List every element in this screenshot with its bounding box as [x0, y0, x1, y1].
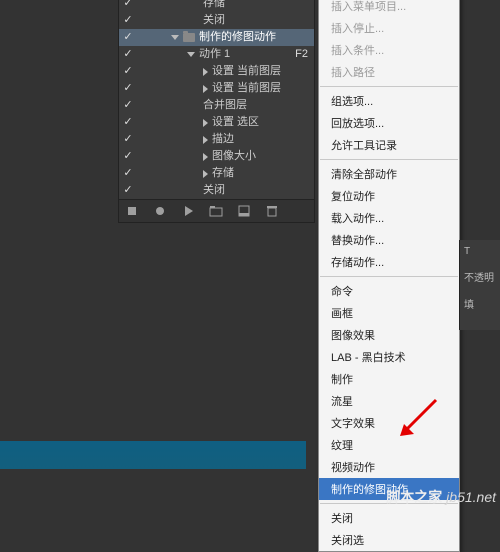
menu-item[interactable]: LAB - 黑白技术: [319, 346, 459, 368]
disclosure-closed-icon[interactable]: [203, 68, 208, 76]
check-icon: ✓: [119, 46, 137, 63]
panel-label: 填: [460, 290, 500, 317]
panel-menu: 插入菜单项目... 插入停止... 插入条件... 插入路径 组选项... 回放…: [318, 0, 460, 552]
disclosure-open-icon[interactable]: [171, 35, 179, 40]
step-label: 图像大小: [212, 148, 256, 165]
menu-item[interactable]: 制作: [319, 368, 459, 390]
menu-item[interactable]: 纹理: [319, 434, 459, 456]
action-step-row[interactable]: ✓ 描边: [119, 131, 314, 148]
step-label: 关闭: [203, 182, 225, 199]
decorative-bar: [0, 441, 306, 469]
disclosure-closed-icon[interactable]: [203, 170, 208, 178]
menu-item[interactable]: 画框: [319, 302, 459, 324]
menu-separator: [320, 276, 458, 277]
step-label: 设置 选区: [212, 114, 259, 131]
action-row[interactable]: ✓ 动作 1 F2: [119, 46, 314, 63]
menu-item[interactable]: 复位动作: [319, 185, 459, 207]
menu-item[interactable]: 存储动作...: [319, 251, 459, 273]
panel-label: 不透明: [460, 263, 500, 290]
menu-item[interactable]: 图像效果: [319, 324, 459, 346]
step-label: 设置 当前图层: [212, 63, 281, 80]
menu-item[interactable]: 关闭选: [319, 529, 459, 551]
action-step-row[interactable]: ✓ 设置 选区: [119, 114, 314, 131]
new-folder-icon[interactable]: [209, 204, 223, 218]
step-label: 存储: [203, 0, 225, 12]
check-icon: ✓: [119, 97, 137, 114]
check-icon: ✓: [119, 182, 137, 199]
menu-item[interactable]: 流星: [319, 390, 459, 412]
step-label: 关闭: [203, 12, 225, 29]
menu-item[interactable]: 文字效果: [319, 412, 459, 434]
menu-separator: [320, 86, 458, 87]
app-canvas: ✓ 存储 ✓ 关闭 ✓ 制作的修图动作 ✓ 动作 1 F2 ✓ 设置 当前图层 ✓…: [0, 0, 500, 509]
menu-item[interactable]: 插入菜单项目...: [319, 0, 459, 17]
menu-item[interactable]: 插入路径: [319, 61, 459, 83]
watermark: 脚本之家 jb51.net: [386, 487, 496, 507]
disclosure-closed-icon[interactable]: [203, 136, 208, 144]
action-step-row[interactable]: ✓ 存储: [119, 165, 314, 182]
new-action-icon[interactable]: [237, 204, 251, 218]
actions-button-bar: [119, 199, 314, 222]
menu-separator: [320, 159, 458, 160]
action-step-row[interactable]: ✓ 关闭: [119, 12, 314, 29]
disclosure-closed-icon[interactable]: [203, 153, 208, 161]
watermark-site: jb51.net: [446, 489, 496, 505]
check-icon: ✓: [119, 80, 137, 97]
group-label: 制作的修图动作: [199, 29, 276, 46]
disclosure-closed-icon[interactable]: [203, 85, 208, 93]
step-label: 存储: [212, 165, 234, 182]
right-panel-fragment: T 不透明 填: [459, 240, 500, 330]
record-icon[interactable]: [153, 204, 167, 218]
action-step-row[interactable]: ✓ 设置 当前图层: [119, 63, 314, 80]
menu-item[interactable]: 命令: [319, 280, 459, 302]
action-group-row[interactable]: ✓ 制作的修图动作: [119, 29, 314, 46]
check-icon: ✓: [119, 131, 137, 148]
step-label: 合并图层: [203, 97, 247, 114]
menu-item[interactable]: 替换动作...: [319, 229, 459, 251]
play-icon[interactable]: [181, 204, 195, 218]
menu-item[interactable]: 清除全部动作: [319, 163, 459, 185]
disclosure-closed-icon[interactable]: [203, 119, 208, 127]
disclosure-open-icon[interactable]: [187, 52, 195, 57]
check-icon: ✓: [119, 148, 137, 165]
step-label: 设置 当前图层: [212, 80, 281, 97]
menu-item[interactable]: 允许工具记录: [319, 134, 459, 156]
menu-item[interactable]: 载入动作...: [319, 207, 459, 229]
action-step-row[interactable]: ✓ 图像大小: [119, 148, 314, 165]
check-icon: ✓: [119, 0, 137, 12]
stop-icon[interactable]: [125, 204, 139, 218]
menu-item[interactable]: 插入停止...: [319, 17, 459, 39]
folder-icon: [183, 33, 195, 42]
menu-item[interactable]: 视频动作: [319, 456, 459, 478]
action-step-row[interactable]: ✓ 存储: [119, 0, 314, 12]
check-icon: ✓: [119, 114, 137, 131]
trash-icon[interactable]: [265, 204, 279, 218]
check-icon: ✓: [119, 165, 137, 182]
panel-label: T: [460, 240, 500, 263]
actions-panel: ✓ 存储 ✓ 关闭 ✓ 制作的修图动作 ✓ 动作 1 F2 ✓ 设置 当前图层 ✓…: [118, 0, 315, 223]
watermark-brand: 脚本之家: [386, 489, 442, 505]
check-icon: ✓: [119, 29, 137, 46]
action-shortcut: F2: [295, 46, 308, 63]
step-label: 描边: [212, 131, 234, 148]
menu-item[interactable]: 插入条件...: [319, 39, 459, 61]
action-step-row[interactable]: ✓ 合并图层: [119, 97, 314, 114]
action-step-row[interactable]: ✓ 设置 当前图层: [119, 80, 314, 97]
menu-item[interactable]: 组选项...: [319, 90, 459, 112]
action-label: 动作 1: [199, 46, 230, 63]
menu-item[interactable]: 关闭: [319, 507, 459, 529]
action-step-row[interactable]: ✓ 关闭: [119, 182, 314, 199]
check-icon: ✓: [119, 63, 137, 80]
menu-item[interactable]: 回放选项...: [319, 112, 459, 134]
check-icon: ✓: [119, 12, 137, 29]
